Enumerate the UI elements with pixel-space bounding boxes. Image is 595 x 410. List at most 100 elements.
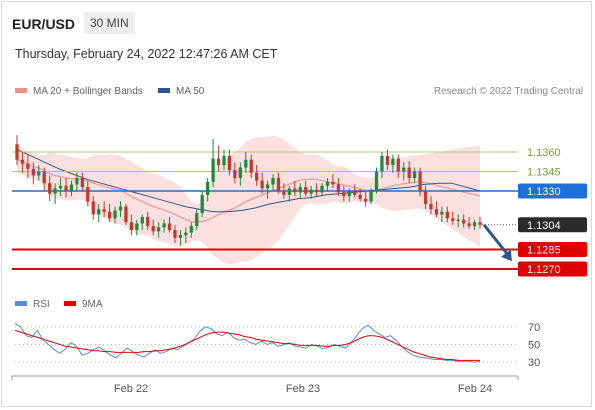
candle-body <box>363 198 368 202</box>
candle-body <box>434 209 439 215</box>
candle-body <box>418 171 422 191</box>
candle-body <box>462 219 466 224</box>
candle-body <box>276 178 281 191</box>
candle-body <box>374 171 379 191</box>
candle-body <box>69 184 74 191</box>
candle-body <box>20 159 25 164</box>
candle-body <box>402 167 406 172</box>
candle <box>374 167 379 194</box>
candle-body <box>238 167 242 178</box>
candle-body <box>200 194 204 214</box>
candle-body <box>91 201 95 215</box>
candle-body <box>42 171 46 184</box>
candle-body <box>26 163 30 169</box>
candle-body <box>249 159 253 173</box>
candle-body <box>80 178 84 188</box>
candle-body <box>347 191 351 197</box>
candle-body <box>255 172 259 181</box>
level-label-1.1304: 1.1304 <box>527 220 561 232</box>
rsi-tick-50: 50 <box>528 340 540 352</box>
candle-body <box>37 171 41 176</box>
candle-body <box>467 223 471 227</box>
level-label-1.1285: 1.1285 <box>527 245 561 257</box>
candle-body <box>325 181 330 186</box>
candle-body <box>456 219 460 221</box>
level-label-1.1330: 1.1330 <box>527 186 561 198</box>
candle-body <box>353 191 357 195</box>
candle-body <box>156 227 161 232</box>
level-label-1.1360: 1.1360 <box>527 147 561 159</box>
candle-body <box>124 206 128 223</box>
candle-body <box>107 211 112 219</box>
candle-body <box>271 178 275 185</box>
rsi-tick-30: 30 <box>528 357 540 369</box>
candle <box>216 145 221 172</box>
candle-body <box>167 223 172 230</box>
candle-body <box>15 144 19 160</box>
candle-body <box>162 223 166 228</box>
candle-body <box>86 187 90 202</box>
candle-body <box>31 168 35 176</box>
rsi-tick-70: 70 <box>528 322 540 334</box>
x-tick-label: Feb 23 <box>286 383 320 395</box>
candle-body <box>53 188 57 194</box>
candle-body <box>440 211 444 215</box>
candle-body <box>222 155 226 165</box>
candle-body <box>298 187 302 193</box>
candle-body <box>331 181 335 185</box>
candle-body <box>369 191 373 202</box>
candle-body <box>336 184 341 193</box>
candle-body <box>423 191 428 204</box>
candle-body <box>206 181 210 195</box>
candle-body <box>380 155 384 172</box>
candle-body <box>97 209 101 215</box>
candle-body <box>429 204 433 210</box>
candle-body <box>129 222 134 230</box>
candle-body <box>309 189 313 194</box>
candle-body <box>244 159 248 168</box>
candle-body <box>293 188 297 193</box>
candle-body <box>195 213 199 227</box>
x-tick-label: Feb 24 <box>458 383 492 395</box>
x-tick-label: Feb 22 <box>114 383 148 395</box>
candle-body <box>385 155 390 165</box>
candle-body <box>227 155 232 171</box>
candle-body <box>407 167 411 178</box>
candle-body <box>304 187 308 194</box>
candle-body <box>135 223 139 230</box>
candle-body <box>75 178 79 185</box>
candle-body <box>173 230 177 238</box>
candle-body <box>451 218 455 221</box>
price-chart-svg: 1.1360 1.1345 1.1330 1.1304 1.1285 1.1270 70 50… <box>11 135 587 395</box>
candle-body <box>342 192 346 197</box>
candle-body <box>113 210 117 219</box>
candle-body <box>320 185 324 193</box>
candle-body <box>140 217 144 224</box>
candle-body <box>287 188 291 195</box>
candle-body <box>48 183 52 194</box>
candle-body <box>478 222 482 225</box>
candle-body <box>64 185 68 191</box>
candle-body <box>233 170 237 178</box>
level-label-1.1345: 1.1345 <box>527 167 561 179</box>
candle-body <box>102 209 106 212</box>
candle-body <box>396 158 400 172</box>
candle-body <box>178 235 183 238</box>
candle-body <box>189 226 193 233</box>
candle-body <box>146 217 150 227</box>
candle-body <box>216 158 221 165</box>
candle-body <box>211 158 215 182</box>
forecast-arrow-shaft <box>482 223 511 258</box>
candle <box>211 139 215 188</box>
candle-body <box>58 185 63 189</box>
candle-body <box>151 226 155 232</box>
candle-body <box>445 211 449 219</box>
candle <box>124 204 128 225</box>
candle-body <box>184 232 188 236</box>
candle-body <box>314 189 319 193</box>
rsi-series-9ma <box>14 329 480 361</box>
candle-body <box>260 180 264 189</box>
candle-body <box>118 206 123 211</box>
candle-body <box>282 191 286 195</box>
rsi-series-rsi <box>14 322 481 363</box>
